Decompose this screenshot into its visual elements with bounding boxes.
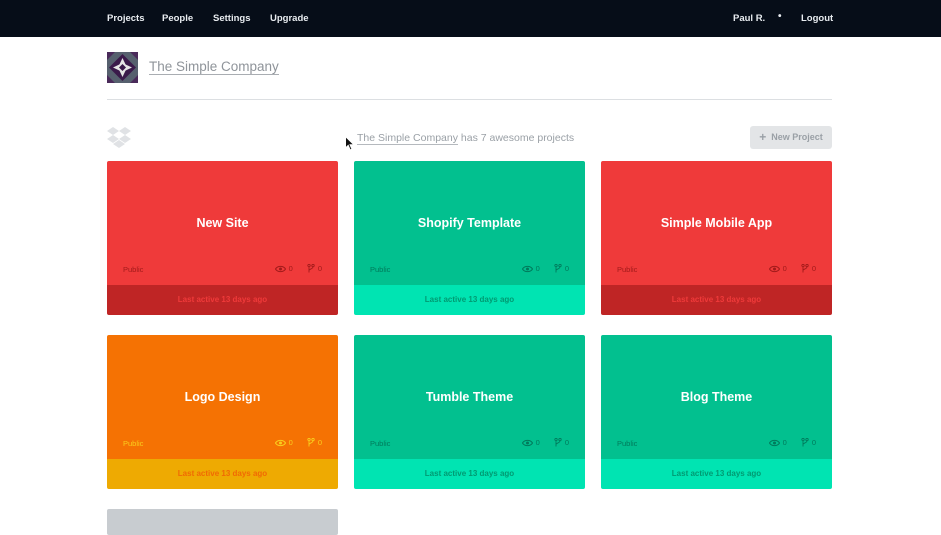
forks-count: 0 <box>811 264 816 273</box>
project-card-body: Blog Theme Public 0 0 <box>601 335 832 459</box>
company-logo[interactable] <box>107 52 138 83</box>
visibility-label: Public <box>617 265 638 274</box>
project-card-body: New Site Public 0 0 <box>107 161 338 285</box>
dropbox-icon[interactable] <box>107 126 131 148</box>
fork-icon <box>801 438 809 447</box>
views-count: 0 <box>535 264 540 273</box>
last-active-bar: Last active 13 days ago <box>601 459 832 489</box>
fork-icon <box>801 264 809 273</box>
project-stats: 0 0 <box>768 438 816 447</box>
forks-count: 0 <box>811 438 816 447</box>
last-active-bar: Last active 13 days ago <box>107 285 338 315</box>
project-card-body: Logo Design Public 0 0 <box>107 335 338 459</box>
project-title: Tumble Theme <box>425 390 514 404</box>
views-count: 0 <box>782 264 787 273</box>
plus-icon: + <box>759 130 767 144</box>
project-card[interactable]: Simple Mobile App Public 0 0 Last active… <box>601 161 832 315</box>
fork-icon <box>554 438 562 447</box>
project-title: Shopify Template <box>417 216 522 230</box>
views-count: 0 <box>535 438 540 447</box>
visibility-label: Public <box>370 439 391 448</box>
summary-text: has 7 awesome projects <box>460 132 575 144</box>
forks-count: 0 <box>564 438 569 447</box>
project-stats: 0 0 <box>768 264 816 273</box>
last-active-bar: Last active 13 days ago <box>601 285 832 315</box>
project-card[interactable]: Shopify Template Public 0 0 Last active … <box>354 161 585 315</box>
forks-count: 0 <box>317 264 322 273</box>
fork-icon <box>307 438 315 447</box>
visibility-label: Public <box>617 439 638 448</box>
company-name-link[interactable]: The Simple Company <box>149 59 279 75</box>
visibility-label: Public <box>370 265 391 274</box>
project-title: Simple Mobile App <box>660 216 773 230</box>
views-count: 0 <box>288 264 293 273</box>
fork-icon <box>554 264 562 273</box>
nav-people[interactable]: People <box>162 13 193 24</box>
project-card-body: Tumble Theme Public 0 0 <box>354 335 585 459</box>
project-card[interactable]: Tumble Theme Public 0 0 Last active 13 d… <box>354 335 585 489</box>
project-card-body: Shopify Template Public 0 0 <box>354 161 585 285</box>
project-card[interactable]: New Site Public 0 0 Last active 13 days … <box>107 161 338 315</box>
project-title: Blog Theme <box>680 390 753 404</box>
project-title: New Site <box>196 216 249 230</box>
nav-settings[interactable]: Settings <box>213 13 250 24</box>
project-card-partial[interactable] <box>107 509 338 535</box>
visibility-label: Public <box>123 439 144 448</box>
eye-icon <box>768 439 780 446</box>
project-stats: 0 0 <box>521 438 569 447</box>
forks-count: 0 <box>564 264 569 273</box>
nav-separator: • <box>778 11 782 22</box>
company-logo-mark <box>107 52 138 83</box>
visibility-label: Public <box>123 265 144 274</box>
project-title: Logo Design <box>184 390 261 404</box>
project-stats: 0 0 <box>274 264 322 273</box>
eye-icon <box>274 265 286 272</box>
eye-icon <box>274 439 286 446</box>
eye-icon <box>521 439 533 446</box>
summary-company-link[interactable]: The Simple Company <box>357 132 458 145</box>
mouse-cursor-icon <box>345 136 355 151</box>
project-stats: 0 0 <box>274 438 322 447</box>
eye-icon <box>521 265 533 272</box>
fork-icon <box>307 264 315 273</box>
project-card-body: Simple Mobile App Public 0 0 <box>601 161 832 285</box>
forks-count: 0 <box>317 438 322 447</box>
projects-summary: The Simple Company has 7 awesome project… <box>357 132 575 145</box>
last-active-bar: Last active 13 days ago <box>354 285 585 315</box>
project-card[interactable]: Blog Theme Public 0 0 Last active 13 day… <box>601 335 832 489</box>
project-stats: 0 0 <box>521 264 569 273</box>
eye-icon <box>768 265 780 272</box>
nav-upgrade[interactable]: Upgrade <box>270 13 309 24</box>
header-divider <box>107 99 832 100</box>
project-card[interactable]: Logo Design Public 0 0 Last active 13 da… <box>107 335 338 489</box>
new-project-button[interactable]: + New Project <box>750 126 832 149</box>
nav-logout[interactable]: Logout <box>801 13 833 24</box>
new-project-label: New Project <box>771 132 823 142</box>
nav-projects[interactable]: Projects <box>107 13 145 24</box>
views-count: 0 <box>782 438 787 447</box>
last-active-bar: Last active 13 days ago <box>354 459 585 489</box>
nav-user-name[interactable]: Paul R. <box>733 13 765 24</box>
views-count: 0 <box>288 438 293 447</box>
last-active-bar: Last active 13 days ago <box>107 459 338 489</box>
top-navbar: Projects People Settings Upgrade Paul R.… <box>0 0 941 37</box>
